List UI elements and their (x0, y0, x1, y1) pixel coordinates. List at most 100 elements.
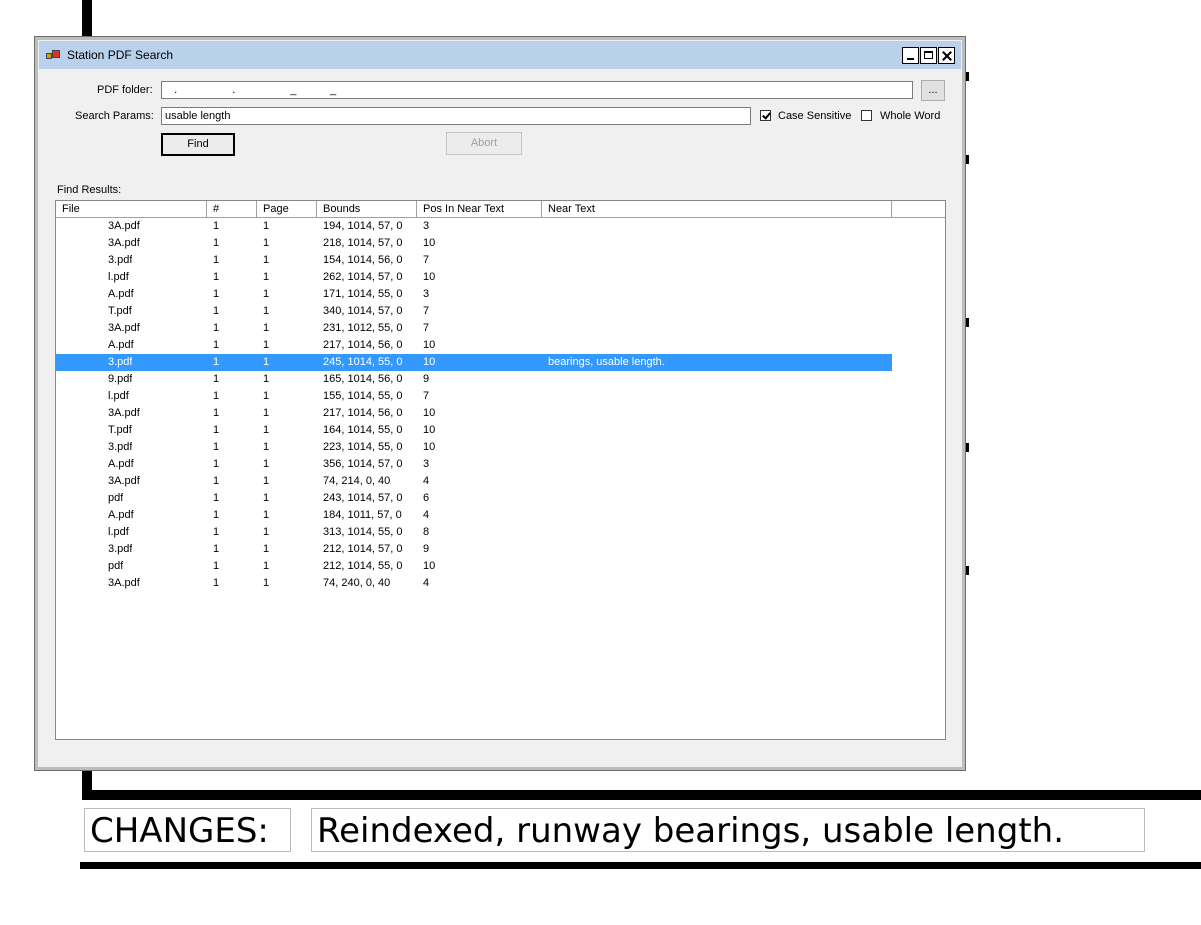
table-row[interactable]: 3.pdf 1 1 212, 1014, 57, 0 9 (56, 541, 892, 558)
row-pos: 4 (423, 475, 430, 487)
row-page: 1 (263, 288, 270, 300)
row-number: 1 (213, 356, 220, 368)
table-row[interactable]: l.pdf 1 1 262, 1014, 57, 0 10 (56, 269, 892, 286)
row-pos: 7 (423, 322, 430, 334)
row-pos: 4 (423, 577, 430, 589)
row-page: 1 (263, 254, 270, 266)
table-row[interactable]: A.pdf 1 1 171, 1014, 55, 0 3 (56, 286, 892, 303)
row-number: 1 (213, 254, 220, 266)
table-row[interactable]: l.pdf 1 1 155, 1014, 55, 0 7 (56, 388, 892, 405)
row-bounds: 212, 1014, 57, 0 (323, 543, 403, 555)
case-sensitive-label[interactable]: Case Sensitive (778, 110, 851, 122)
document-rule-upper (82, 790, 1201, 800)
row-page: 1 (263, 577, 270, 589)
column-number[interactable]: # (207, 201, 257, 217)
minimize-button[interactable] (902, 47, 919, 64)
row-number: 1 (213, 475, 220, 487)
search-params-input[interactable]: usable length (161, 107, 751, 125)
results-header: File # Page Bounds Pos In Near Text Near… (56, 201, 945, 218)
maximize-button[interactable] (920, 47, 937, 64)
row-bounds: 218, 1014, 57, 0 (323, 237, 403, 249)
find-button[interactable]: Find (161, 133, 235, 156)
row-bounds: 243, 1014, 57, 0 (323, 492, 403, 504)
column-near-text[interactable]: Near Text (542, 201, 892, 217)
row-page: 1 (263, 543, 270, 555)
row-file: A.pdf (108, 288, 134, 300)
whole-word-checkbox[interactable] (861, 110, 872, 121)
table-row[interactable]: 3A.pdf 1 1 194, 1014, 57, 0 3 (56, 218, 892, 235)
case-sensitive-checkbox[interactable] (760, 110, 771, 121)
row-page: 1 (263, 339, 270, 351)
browse-button[interactable]: ... (921, 80, 945, 101)
pdf-folder-input[interactable]: . . _ _ (161, 81, 913, 99)
app-window: Station PDF Search PDF folder: . . _ _ .… (34, 36, 966, 771)
row-file: T.pdf (108, 305, 132, 317)
row-page: 1 (263, 237, 270, 249)
row-bounds: 217, 1014, 56, 0 (323, 407, 403, 419)
row-pos: 3 (423, 288, 430, 300)
table-row[interactable]: A.pdf 1 1 184, 1011, 57, 0 4 (56, 507, 892, 524)
row-pos: 7 (423, 390, 430, 402)
row-bounds: 74, 240, 0, 40 (323, 577, 391, 589)
table-row[interactable]: 3A.pdf 1 1 218, 1014, 57, 0 10 (56, 235, 892, 252)
row-pos: 3 (423, 220, 430, 232)
row-file: 3.pdf (108, 356, 133, 368)
row-bounds: 194, 1014, 57, 0 (323, 220, 403, 232)
row-page: 1 (263, 305, 270, 317)
row-file: 3.pdf (108, 441, 133, 453)
table-row[interactable]: 3.pdf 1 1 154, 1014, 56, 0 7 (56, 252, 892, 269)
table-row[interactable]: l.pdf 1 1 313, 1014, 55, 0 8 (56, 524, 892, 541)
changes-label: CHANGES: (84, 808, 291, 852)
row-bounds: 184, 1011, 57, 0 (323, 509, 402, 521)
whole-word-label[interactable]: Whole Word (880, 110, 940, 122)
row-file: 3A.pdf (108, 407, 140, 419)
row-file: T.pdf (108, 424, 132, 436)
table-row[interactable]: pdf 1 1 212, 1014, 55, 0 10 (56, 558, 892, 575)
column-pos-in-near-text[interactable]: Pos In Near Text (417, 201, 542, 217)
row-page: 1 (263, 560, 270, 572)
abort-button[interactable]: Abort (446, 132, 522, 155)
row-pos: 10 (423, 356, 436, 368)
table-row[interactable]: A.pdf 1 1 217, 1014, 56, 0 10 (56, 337, 892, 354)
row-file: pdf (108, 560, 124, 572)
row-bounds: 155, 1014, 55, 0 (323, 390, 403, 402)
column-page[interactable]: Page (257, 201, 317, 217)
row-file: 3A.pdf (108, 475, 140, 487)
row-pos: 10 (423, 271, 436, 283)
table-row[interactable]: A.pdf 1 1 356, 1014, 57, 0 3 (56, 456, 892, 473)
table-row[interactable]: 3A.pdf 1 1 74, 214, 0, 40 4 (56, 473, 892, 490)
table-row[interactable]: T.pdf 1 1 340, 1014, 57, 0 7 (56, 303, 892, 320)
row-file: 3A.pdf (108, 237, 140, 249)
table-row[interactable]: 3A.pdf 1 1 74, 240, 0, 40 4 (56, 575, 892, 592)
table-row[interactable]: 3.pdf 1 1 245, 1014, 55, 0 10 bearings, usabl… (56, 354, 892, 371)
row-number: 1 (213, 458, 220, 470)
row-pos: 7 (423, 254, 430, 266)
pdf-folder-label: PDF folder: (97, 84, 153, 96)
table-row[interactable]: T.pdf 1 1 164, 1014, 55, 0 10 (56, 422, 892, 439)
table-row[interactable]: pdf 1 1 243, 1014, 57, 0 6 (56, 490, 892, 507)
table-row[interactable]: 3.pdf 1 1 223, 1014, 55, 0 10 (56, 439, 892, 456)
row-number: 1 (213, 373, 220, 385)
row-bounds: 245, 1014, 55, 0 (323, 356, 403, 368)
row-pos: 10 (423, 424, 436, 436)
row-number: 1 (213, 271, 220, 283)
table-row[interactable]: 9.pdf 1 1 165, 1014, 56, 0 9 (56, 371, 892, 388)
table-row[interactable]: 3A.pdf 1 1 217, 1014, 56, 0 10 (56, 405, 892, 422)
row-bounds: 223, 1014, 55, 0 (323, 441, 403, 453)
close-button[interactable] (938, 47, 955, 64)
column-file[interactable]: File (56, 201, 207, 217)
results-list[interactable]: File # Page Bounds Pos In Near Text Near… (55, 200, 946, 740)
row-bounds: 313, 1014, 55, 0 (323, 526, 403, 538)
app-icon (46, 50, 60, 60)
row-pos: 10 (423, 441, 436, 453)
row-pos: 10 (423, 339, 436, 351)
row-pos: 4 (423, 509, 430, 521)
row-page: 1 (263, 322, 270, 334)
row-number: 1 (213, 237, 220, 249)
row-pos: 9 (423, 543, 430, 555)
search-params-label: Search Params: (75, 110, 154, 122)
table-row[interactable]: 3A.pdf 1 1 231, 1012, 55, 0 7 (56, 320, 892, 337)
title-bar[interactable]: Station PDF Search (39, 41, 961, 69)
row-number: 1 (213, 441, 220, 453)
column-bounds[interactable]: Bounds (317, 201, 417, 217)
